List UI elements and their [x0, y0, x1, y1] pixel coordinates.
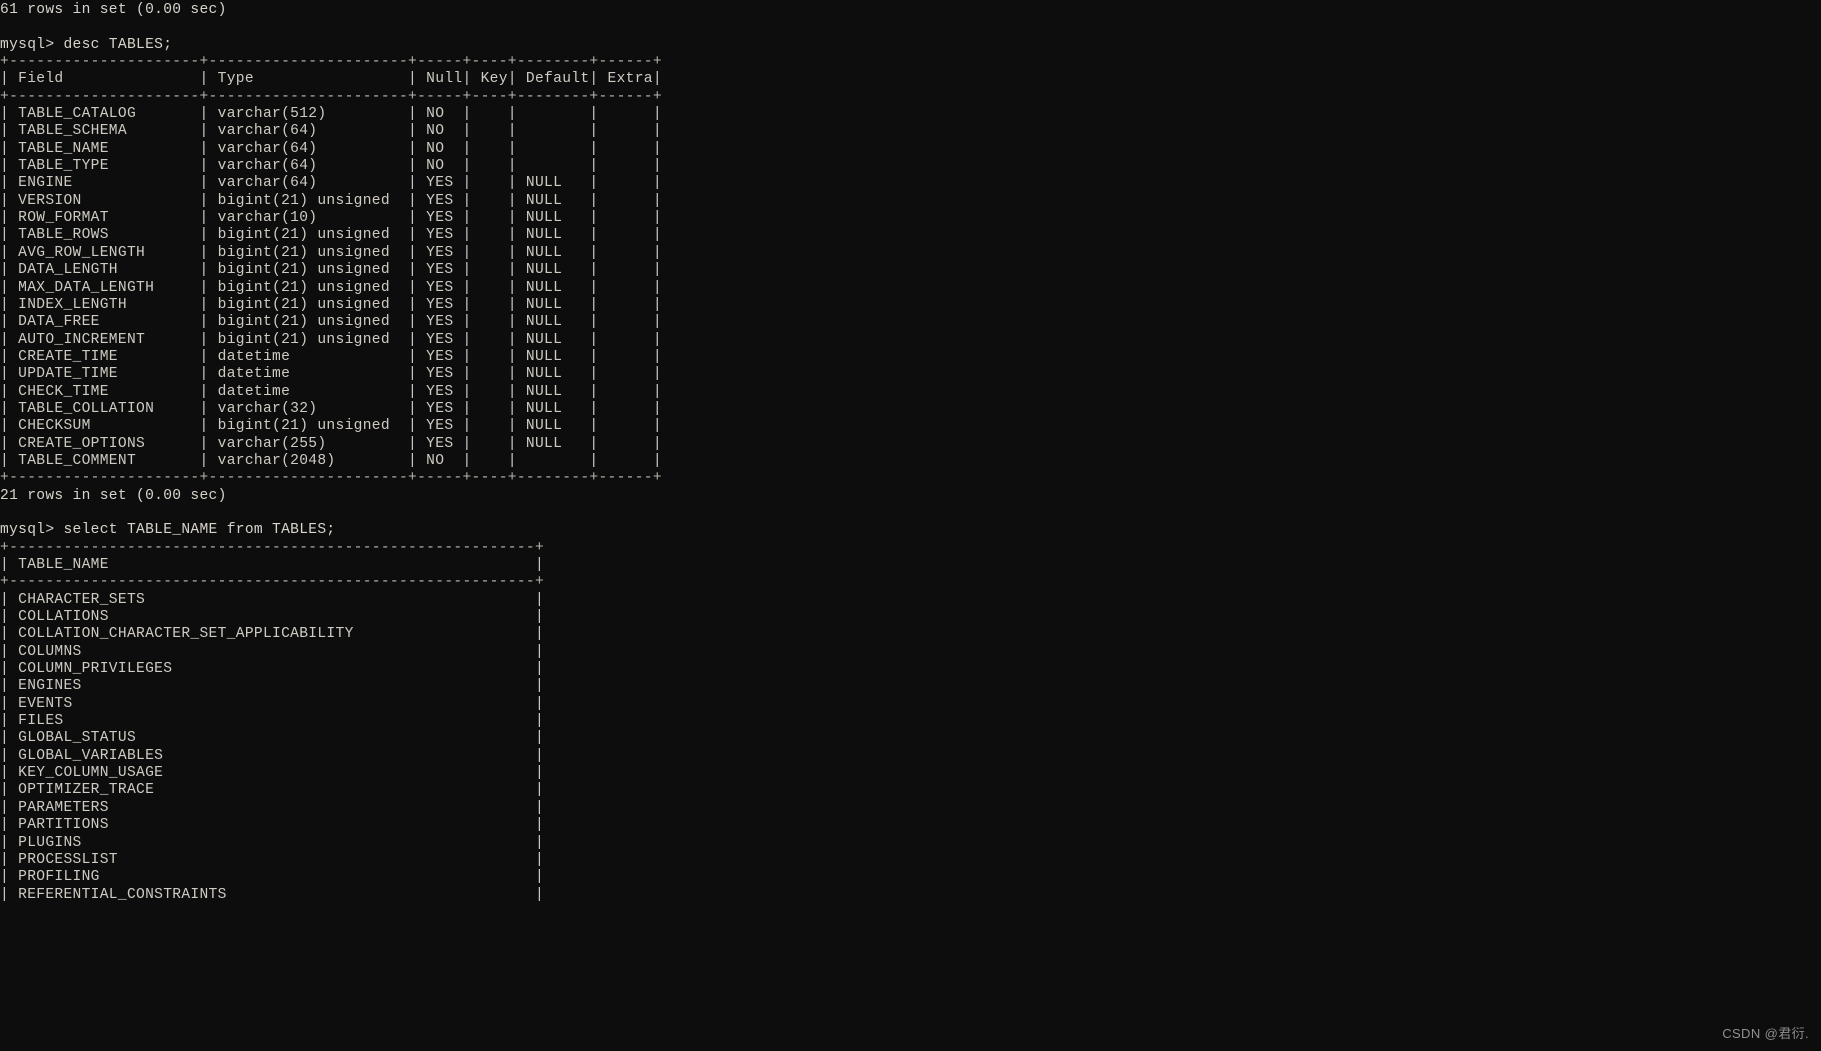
- table-row: | OPTIMIZER_TRACE |: [0, 782, 545, 799]
- table-row: | CHARACTER_SETS |: [0, 591, 545, 608]
- table-row: | CHECK_TIME | datetime | YES | | NULL |…: [0, 383, 662, 400]
- table-row: | GLOBAL_STATUS |: [0, 730, 545, 747]
- table-row: | TABLE_TYPE | varchar(64) | NO | | | |: [0, 158, 662, 175]
- table-row: | TABLE_ROWS | bigint(21) unsigned | YES…: [0, 227, 662, 244]
- table-row: | GLOBAL_VARIABLES |: [0, 747, 545, 764]
- table-row: | COLUMN_PRIVILEGES |: [0, 661, 545, 678]
- table-row: | COLUMNS |: [0, 643, 545, 660]
- table-row: | TABLE_SCHEMA | varchar(64) | NO | | | …: [0, 123, 662, 140]
- table-row: | PLUGINS |: [0, 834, 545, 851]
- table-row: | VERSION | bigint(21) unsigned | YES | …: [0, 192, 662, 209]
- terminal-output: mysql> desc TABLES; +--------------------…: [0, 37, 1821, 904]
- table-row: | TABLE_NAME | varchar(64) | NO | | | |: [0, 140, 662, 157]
- table-rule-top: +---------------------------------------…: [0, 539, 545, 556]
- command-line: mysql> desc TABLES;: [0, 36, 173, 53]
- command-line: mysql> select TABLE_NAME from TABLES;: [0, 522, 336, 539]
- table-row: | ENGINE | varchar(64) | YES | | NULL | …: [0, 175, 662, 192]
- table-row: | AVG_ROW_LENGTH | bigint(21) unsigned |…: [0, 244, 662, 261]
- table-row: | AUTO_INCREMENT | bigint(21) unsigned |…: [0, 331, 662, 348]
- table-row: | ROW_FORMAT | varchar(10) | YES | | NUL…: [0, 210, 662, 227]
- table-row: | DATA_LENGTH | bigint(21) unsigned | YE…: [0, 262, 662, 279]
- table-row: | COLLATION_CHARACTER_SET_APPLICABILITY …: [0, 626, 545, 643]
- table-row: | PARTITIONS |: [0, 817, 545, 834]
- table-row: | TABLE_COLLATION | varchar(32) | YES | …: [0, 400, 662, 417]
- table-row: | FILES |: [0, 713, 545, 730]
- table-row: | TABLE_COMMENT | varchar(2048) | NO | |…: [0, 452, 662, 469]
- table-row: | CHECKSUM | bigint(21) unsigned | YES |…: [0, 418, 662, 435]
- table-row: | PARAMETERS |: [0, 799, 545, 816]
- table-row: | INDEX_LENGTH | bigint(21) unsigned | Y…: [0, 296, 662, 313]
- table-row: | PROFILING |: [0, 869, 545, 886]
- table-rule-bottom: +---------------------+-----------------…: [0, 470, 662, 487]
- table-header-row: | TABLE_NAME |: [0, 557, 545, 573]
- table-row: | DATA_FREE | bigint(21) unsigned | YES …: [0, 314, 662, 331]
- table-row: | EVENTS |: [0, 695, 545, 712]
- table-rule-top: +---------------------+-----------------…: [0, 54, 662, 71]
- table-rule-header: +---------------------------------------…: [0, 574, 545, 591]
- result-status: 21 rows in set (0.00 sec): [0, 487, 227, 504]
- table-row: | MAX_DATA_LENGTH | bigint(21) unsigned …: [0, 279, 662, 296]
- table-rule-header: +---------------------+-----------------…: [0, 88, 662, 105]
- table-header-row: | Field | Type | Null| Key| Default| Ext…: [0, 71, 662, 88]
- terminal-window[interactable]: 61 rows in set (0.00 sec) mysql> desc TA…: [0, 0, 1821, 1051]
- table-row: | PROCESSLIST |: [0, 851, 545, 868]
- csdn-watermark: CSDN @君衍.: [1722, 1026, 1809, 1041]
- table-row: | ENGINES |: [0, 678, 545, 695]
- table-row: | TABLE_CATALOG | varchar(512) | NO | | …: [0, 106, 662, 123]
- table-row: | UPDATE_TIME | datetime | YES | | NULL …: [0, 366, 662, 383]
- table-row: | COLLATIONS |: [0, 609, 545, 626]
- table-row: | CREATE_TIME | datetime | YES | | NULL …: [0, 348, 662, 365]
- table-row: | REFERENTIAL_CONSTRAINTS |: [0, 886, 545, 903]
- table-row: | KEY_COLUMN_USAGE |: [0, 765, 545, 782]
- table-row: | CREATE_OPTIONS | varchar(255) | YES | …: [0, 435, 662, 452]
- previous-result-status: 61 rows in set (0.00 sec): [0, 2, 227, 18]
